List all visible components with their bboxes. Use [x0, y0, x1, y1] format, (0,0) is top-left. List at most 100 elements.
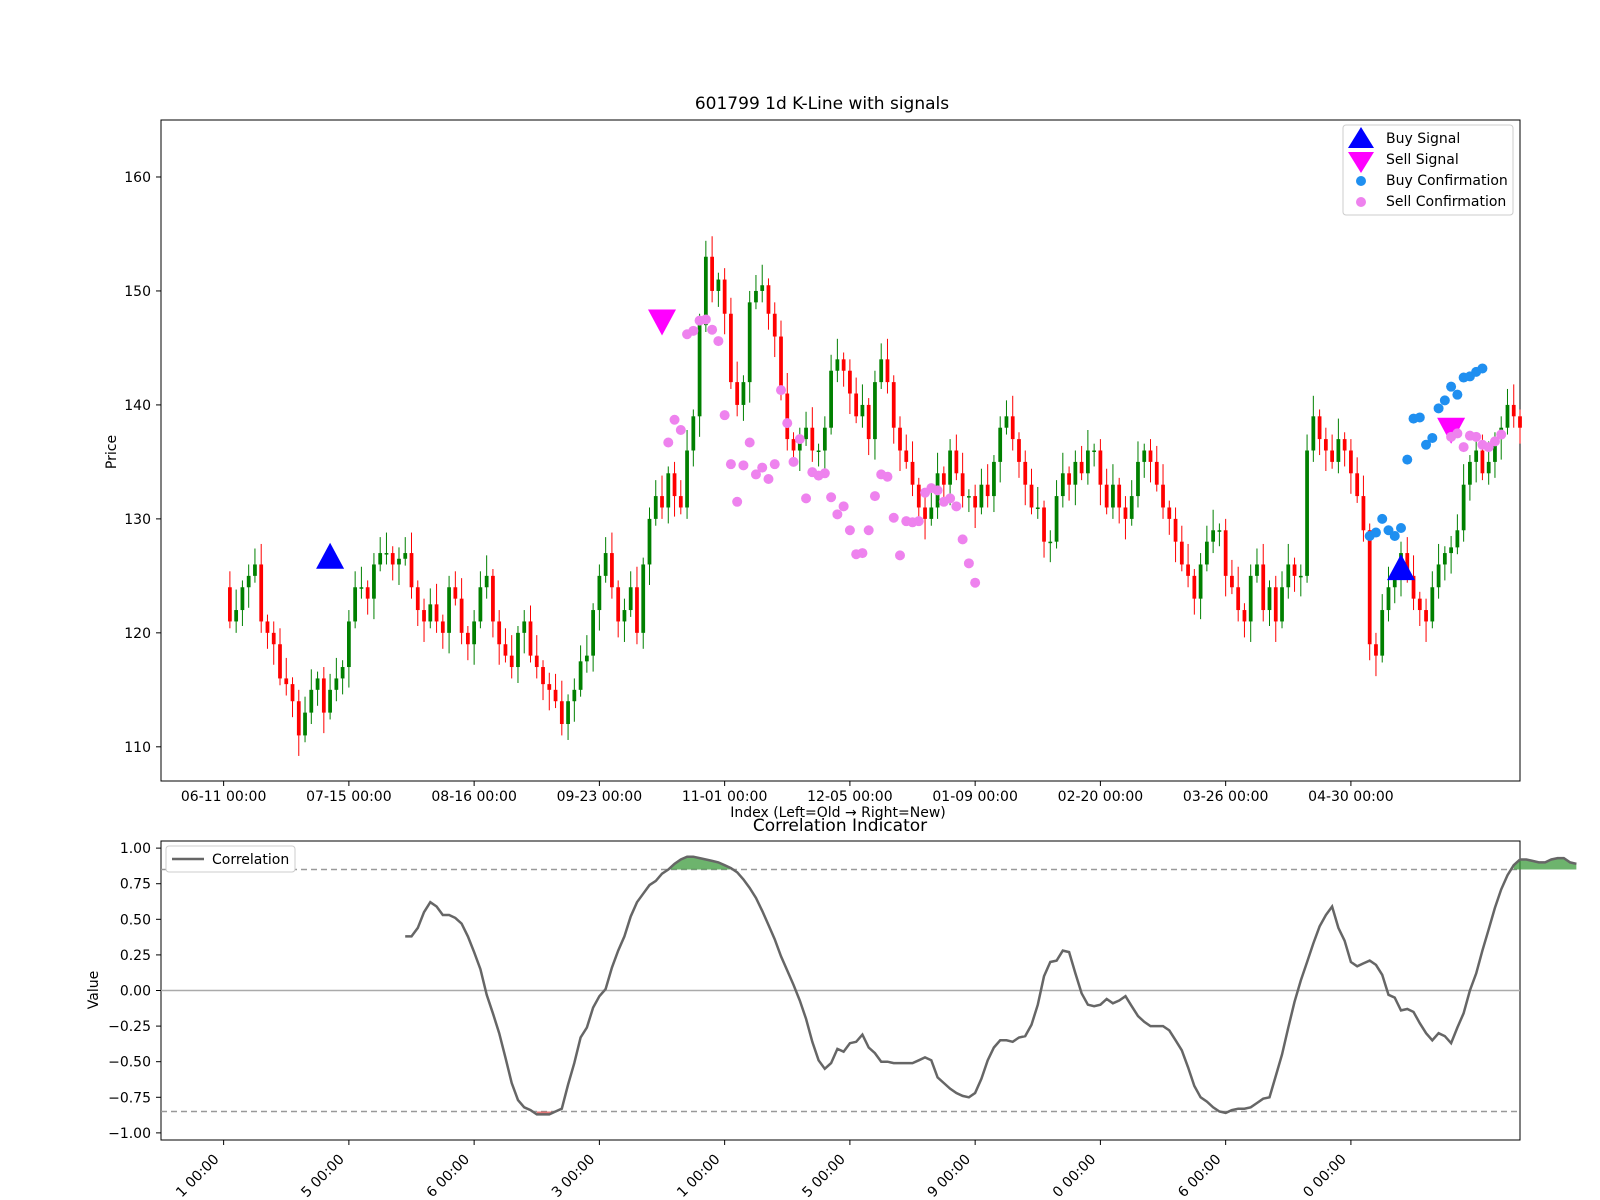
candle-body — [1179, 541, 1184, 565]
candle-body — [1023, 461, 1028, 485]
confirmation-point — [1370, 527, 1381, 538]
kline-axes-frame — [160, 119, 1521, 782]
candle-body — [265, 621, 270, 633]
corr-ytick-label: 0.25 — [120, 948, 151, 964]
candle-body — [465, 632, 470, 645]
chart-figure: 601799 1d K-Line with signals 1101201301… — [86, 94, 1577, 1200]
confirmation-point — [782, 418, 793, 429]
candle-body — [278, 644, 282, 679]
sell-confirmation-legend-label: Sell Confirmation — [1386, 194, 1506, 210]
candle-body — [1317, 416, 1322, 440]
candle-body — [1060, 473, 1065, 497]
candle-body — [891, 382, 896, 428]
confirmation-point — [882, 471, 893, 482]
corr-xtick-label: 6 00:00 — [424, 1152, 473, 1200]
candle-body — [873, 382, 877, 440]
candle-body — [240, 587, 245, 611]
confirmation-point — [663, 437, 674, 448]
candle-body — [290, 684, 295, 702]
candle-body — [296, 701, 301, 736]
candle-body — [1349, 450, 1353, 474]
candle-body — [1204, 541, 1209, 565]
candle-body — [710, 256, 714, 291]
confirmation-point — [826, 492, 837, 503]
kline-ylabel: Price — [104, 435, 120, 469]
candle-body — [760, 285, 765, 291]
confirmation-point — [869, 491, 880, 502]
confirmation-point — [700, 314, 711, 325]
candle-body — [779, 336, 783, 394]
candle-body — [1186, 564, 1190, 576]
candle-body — [1067, 473, 1071, 485]
candle-body — [1042, 507, 1046, 542]
corr-xtick-label: 0 00:00 — [1050, 1152, 1099, 1200]
confirmation-point — [763, 473, 774, 484]
kline-xtick-label: 04-30 00:00 — [1308, 789, 1393, 805]
candle-body — [1449, 547, 1453, 554]
candle-body — [453, 587, 458, 599]
candle-body — [1167, 507, 1172, 519]
candle-body — [1054, 496, 1059, 542]
candle-body — [1261, 564, 1266, 611]
kline-xtick-label: 06-11 00:00 — [181, 789, 266, 805]
candle-body — [954, 450, 959, 474]
confirmation-point — [1496, 429, 1507, 440]
candle-body — [1367, 530, 1372, 645]
candle-body — [1198, 564, 1203, 599]
candle-body — [534, 655, 539, 668]
kline-xtick-label: 12-05 00:00 — [807, 789, 892, 805]
candle-body — [916, 484, 921, 508]
candle-body — [328, 689, 332, 713]
corr-ytick-label: −0.25 — [108, 1019, 151, 1035]
candle-body — [1085, 450, 1090, 474]
candle-body — [672, 473, 677, 497]
candle-body — [541, 667, 545, 685]
confirmation-point — [957, 534, 968, 545]
corr-xtick-label: 0 00:00 — [1300, 1152, 1349, 1200]
kline-y-axis: 110 120 130 140 150 160 — [124, 170, 161, 756]
candle-body — [228, 587, 232, 622]
candle-body — [772, 313, 777, 337]
candle-body — [785, 393, 790, 440]
candle-body — [1436, 564, 1441, 588]
candle-body — [641, 564, 646, 633]
candle-body — [578, 661, 583, 690]
candle-body — [1292, 564, 1297, 576]
candle-body — [234, 610, 239, 622]
candle-body — [516, 632, 520, 668]
kline-ytick-label: 120 — [124, 626, 151, 642]
candle-body — [1048, 541, 1053, 544]
corr-ytick-label: 0.75 — [120, 877, 151, 893]
corr-y-axis: −1.00 −0.75 −0.50 −0.25 0.00 0.25 0.50 0.75 1.00 — [108, 841, 161, 1142]
kline-x-axis: 06-11 00:00 07-15 00:00 08-16 00:00 09-23 0… — [181, 781, 1394, 805]
candle-body — [747, 302, 752, 383]
confirmation-point — [725, 459, 736, 470]
confirmation-point — [719, 410, 730, 421]
candle-body — [1442, 553, 1447, 565]
candle-body — [478, 587, 483, 622]
confirmation-point — [832, 509, 843, 520]
candle-body — [559, 701, 564, 725]
candle-body — [415, 587, 420, 611]
confirmation-point — [1452, 389, 1463, 400]
confirmation-point — [675, 424, 686, 435]
corr-plot-area — [160, 840, 1577, 1141]
candle-body — [321, 678, 326, 713]
confirmation-point — [857, 548, 868, 559]
candle-body — [491, 575, 495, 622]
candle-body — [597, 575, 602, 611]
corr-ytick-label: 0.00 — [120, 984, 151, 1000]
buy-confirmation-legend-marker — [1356, 176, 1366, 186]
candle-body — [1311, 416, 1316, 451]
candle-body — [353, 587, 358, 622]
candle-body — [603, 553, 608, 576]
candle-body — [992, 461, 996, 497]
candle-body — [973, 496, 978, 508]
confirmation-point — [838, 501, 849, 512]
kline-xtick-label: 11-01 00:00 — [682, 789, 767, 805]
corr-xtick-label: 1 00:00 — [674, 1152, 723, 1200]
candle-body — [1417, 598, 1422, 611]
candle-body — [553, 689, 558, 702]
candle-body — [1017, 439, 1021, 462]
candle-body — [1474, 450, 1479, 462]
